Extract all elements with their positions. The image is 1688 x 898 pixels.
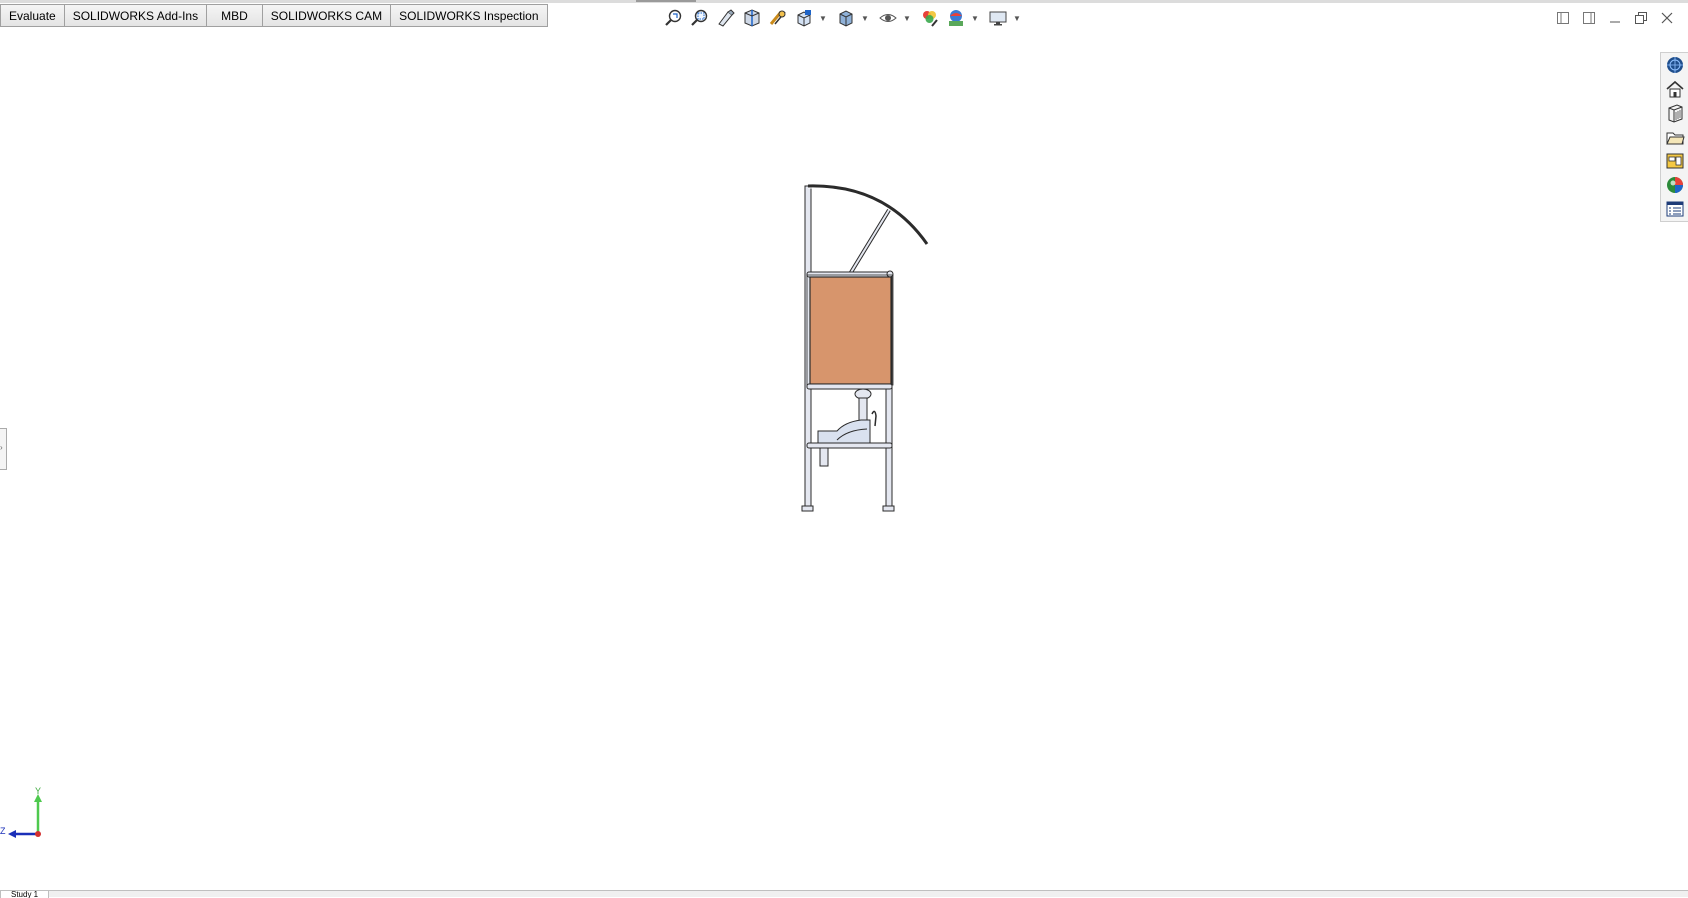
chevron-down-icon[interactable]: ▼	[818, 6, 828, 30]
restore-icon[interactable]	[1628, 6, 1654, 30]
tab-mbd[interactable]: MBD	[206, 4, 263, 26]
file-explorer-icon[interactable]	[1663, 101, 1687, 125]
hide-show-items-icon[interactable]	[876, 6, 900, 30]
design-library-icon[interactable]	[1663, 77, 1687, 101]
chevron-down-icon[interactable]: ▼	[902, 6, 912, 30]
top-highlight	[636, 0, 696, 2]
custom-properties-icon[interactable]	[1663, 197, 1687, 221]
collapse-arrow-icon: ›	[0, 443, 3, 452]
triad-y-label: Y	[35, 786, 42, 796]
reference-triad: Y Z	[0, 786, 52, 838]
feature-manager-collapse-handle[interactable]: ›	[0, 428, 7, 470]
zoom-to-fit-icon[interactable]	[662, 6, 686, 30]
chevron-down-icon[interactable]: ▼	[970, 6, 980, 30]
dynamic-annotation-icon[interactable]	[766, 6, 790, 30]
heads-up-view-toolbar: ▼ ▼ ▼ ▼ ▼	[662, 6, 1028, 30]
top-border	[0, 0, 1688, 3]
appearances-scenes-icon[interactable]	[1663, 149, 1687, 173]
view-orientation-icon[interactable]	[792, 6, 816, 30]
display-style-icon[interactable]	[834, 6, 858, 30]
model-bus-shelter-side-view	[801, 184, 929, 512]
tab-evaluate[interactable]: Evaluate	[0, 4, 65, 26]
previous-view-icon[interactable]	[714, 6, 738, 30]
chevron-down-icon[interactable]: ▼	[860, 6, 870, 30]
zoom-to-area-icon[interactable]	[688, 6, 712, 30]
minimize-icon[interactable]	[1602, 6, 1628, 30]
solidworks-resources-icon[interactable]	[1663, 53, 1687, 77]
close-icon[interactable]	[1654, 6, 1680, 30]
tile-right-icon[interactable]	[1576, 6, 1602, 30]
view-settings-icon[interactable]	[986, 6, 1010, 30]
view-palette-icon[interactable]	[1663, 125, 1687, 149]
edit-appearance-icon[interactable]	[918, 6, 942, 30]
tab-solidworks-add-ins[interactable]: SOLIDWORKS Add-Ins	[63, 4, 208, 26]
section-view-icon[interactable]	[740, 6, 764, 30]
status-bar: Study 1	[0, 890, 1688, 898]
tab-solidworks-cam[interactable]: SOLIDWORKS CAM	[261, 4, 392, 26]
tab-solidworks-inspection[interactable]: SOLIDWORKS Inspection	[390, 4, 548, 26]
task-pane-tabs	[1660, 52, 1688, 222]
apply-scene-icon[interactable]	[944, 6, 968, 30]
document-window-controls	[1550, 6, 1680, 30]
triad-axes-icon	[8, 794, 42, 838]
command-manager-tabs: Evaluate SOLIDWORKS Add-Ins MBD SOLIDWOR…	[0, 4, 548, 27]
tile-left-icon[interactable]	[1550, 6, 1576, 30]
chevron-down-icon[interactable]: ▼	[1012, 6, 1022, 30]
triad-z-label: Z	[0, 826, 6, 836]
color-palette-icon[interactable]	[1663, 173, 1687, 197]
